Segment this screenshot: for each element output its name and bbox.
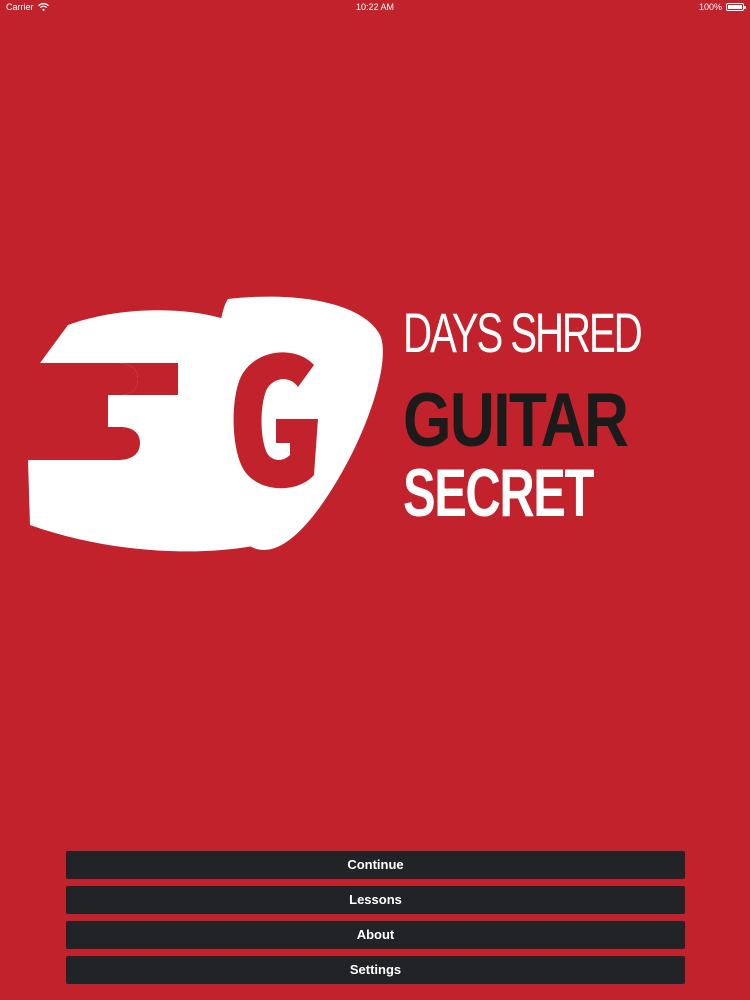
logo-mark (28, 296, 383, 552)
logo-line-guitar: GUITAR (403, 378, 629, 463)
about-button[interactable]: About (66, 921, 685, 949)
continue-button[interactable]: Continue (66, 851, 685, 879)
status-time: 10:22 AM (355, 2, 395, 12)
battery-icon (726, 3, 746, 11)
logo-line-days-shred: DAYS SHRED (403, 301, 643, 364)
status-bar: Carrier 10:22 AM 100% (0, 0, 750, 14)
app-logo: DAYS SHRED GUITAR SECRET (28, 295, 728, 555)
main-menu: Continue Lessons About Settings (66, 851, 685, 991)
logo-line-secret: SECRET (403, 455, 594, 531)
battery-percent: 100% (698, 2, 722, 12)
logo-three-gap-top (118, 363, 178, 395)
settings-button[interactable]: Settings (66, 956, 685, 984)
status-right: 100% (698, 2, 746, 12)
lessons-button[interactable]: Lessons (66, 886, 685, 914)
